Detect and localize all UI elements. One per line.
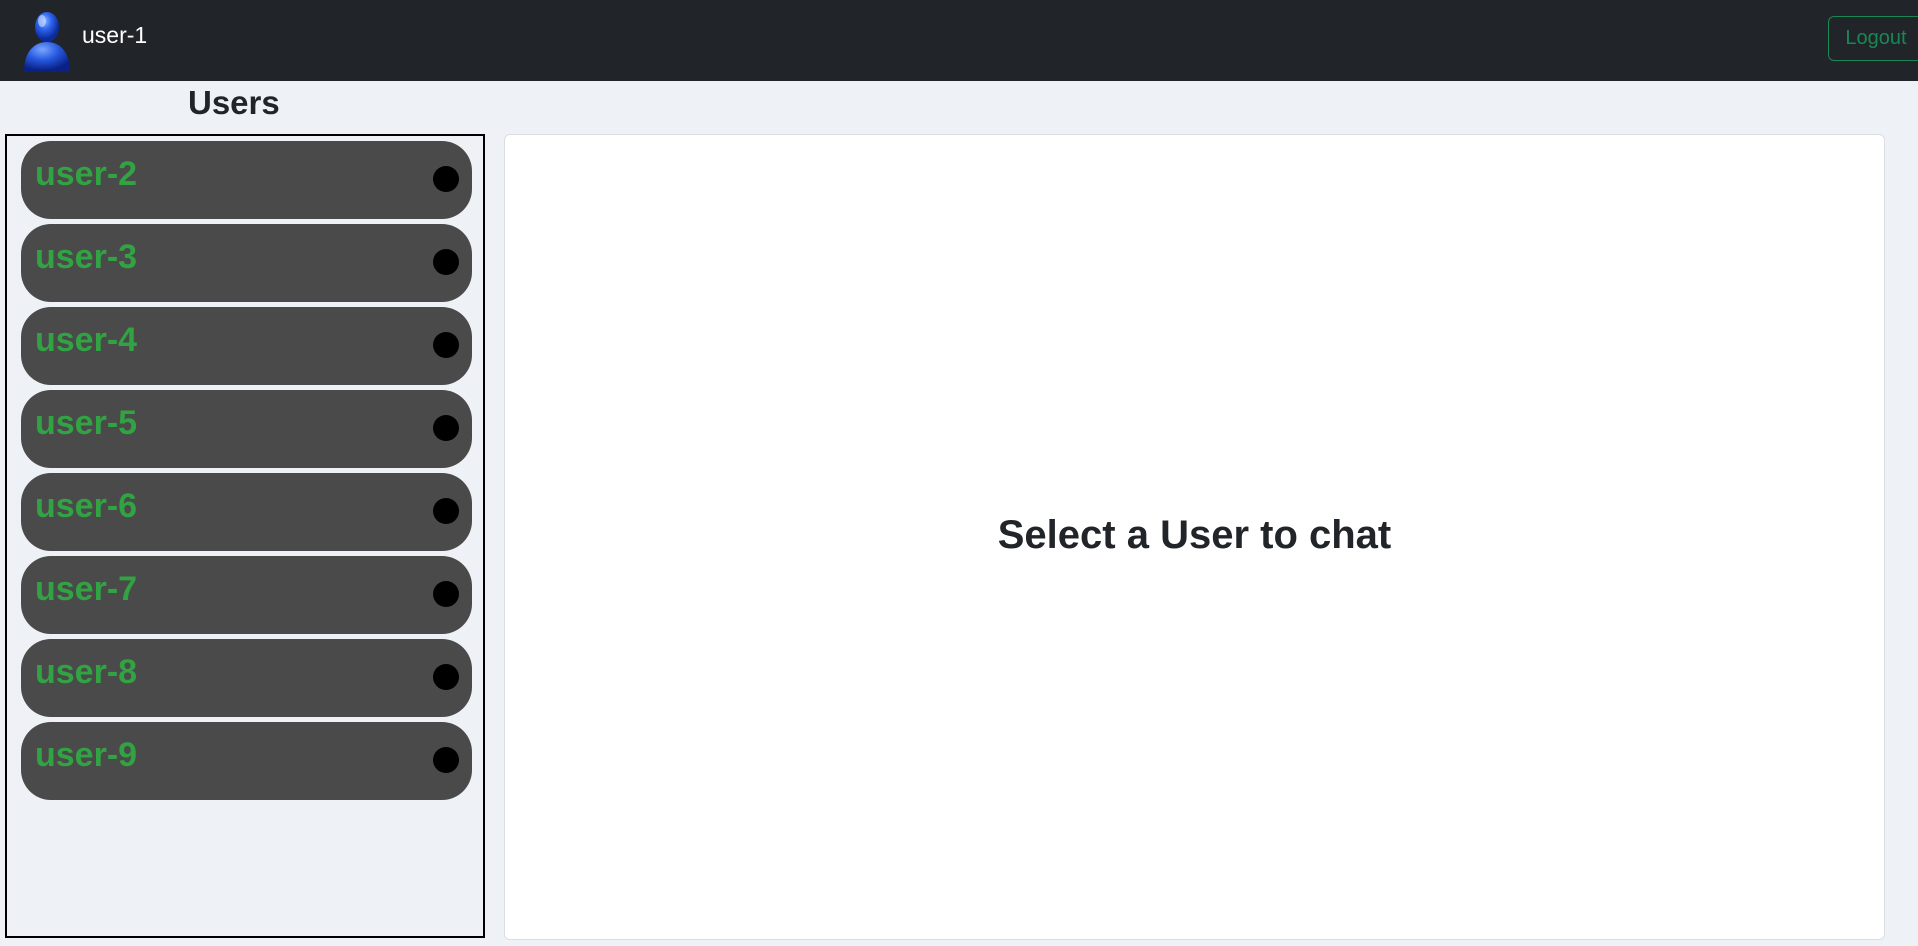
status-dot-icon <box>433 664 459 690</box>
brand: user-1 <box>18 8 147 72</box>
user-list-item[interactable]: user-9 <box>21 722 472 800</box>
status-dot-icon <box>433 747 459 773</box>
status-dot-icon <box>433 332 459 358</box>
status-dot-icon <box>433 498 459 524</box>
logout-button[interactable]: Logout <box>1828 16 1918 61</box>
user-list-item[interactable]: user-8 <box>21 639 472 717</box>
user-item-label: user-9 <box>35 736 138 774</box>
user-item-label: user-7 <box>35 570 138 608</box>
status-dot-icon <box>433 581 459 607</box>
user-list-item[interactable]: user-7 <box>21 556 472 634</box>
user-list: user-2 user-3 user-4 user-5 user-6 user-… <box>21 141 472 805</box>
user-avatar-icon <box>24 12 70 72</box>
chat-panel: Select a User to chat <box>504 134 1885 940</box>
current-username: user-1 <box>82 21 148 48</box>
chat-placeholder-text: Select a User to chat <box>997 513 1392 557</box>
user-item-label: user-3 <box>35 238 138 276</box>
top-navbar: user-1 Logout <box>0 0 1918 81</box>
user-item-label: user-4 <box>35 321 138 359</box>
user-item-label: user-2 <box>35 155 138 193</box>
status-dot-icon <box>433 415 459 441</box>
status-dot-icon <box>433 249 459 275</box>
user-item-label: user-8 <box>35 653 138 691</box>
status-dot-icon <box>433 166 459 192</box>
user-item-label: user-6 <box>35 487 138 525</box>
user-item-label: user-5 <box>35 404 138 442</box>
users-heading: Users <box>188 84 280 121</box>
user-list-item[interactable]: user-2 <box>21 141 472 219</box>
user-list-item[interactable]: user-6 <box>21 473 472 551</box>
user-list-item[interactable]: user-5 <box>21 390 472 468</box>
user-list-panel: user-2 user-3 user-4 user-5 user-6 user-… <box>5 134 485 938</box>
user-list-item[interactable]: user-3 <box>21 224 472 302</box>
user-list-item[interactable]: user-4 <box>21 307 472 385</box>
